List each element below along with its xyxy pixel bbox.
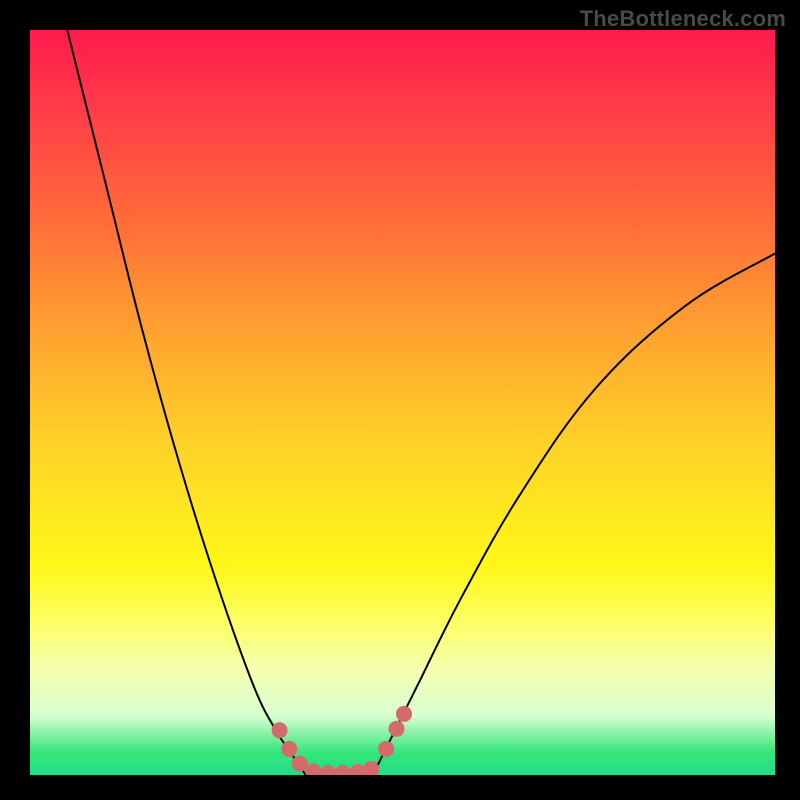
highlight-dot [281, 741, 297, 757]
highlight-dot [320, 765, 336, 775]
highlight-dot [396, 706, 412, 722]
plot-area [30, 30, 775, 775]
curve-overlay [30, 30, 775, 775]
highlight-dot [272, 722, 288, 738]
highlight-dot [335, 765, 351, 775]
chart-frame: TheBottleneck.com [0, 0, 800, 800]
highlight-dot [378, 741, 394, 757]
highlight-dot [363, 761, 379, 775]
right-branch-curve [373, 254, 775, 776]
left-branch-curve [67, 30, 305, 775]
highlight-dot [292, 756, 308, 772]
watermark-text: TheBottleneck.com [580, 6, 786, 32]
highlight-dot [389, 721, 405, 737]
